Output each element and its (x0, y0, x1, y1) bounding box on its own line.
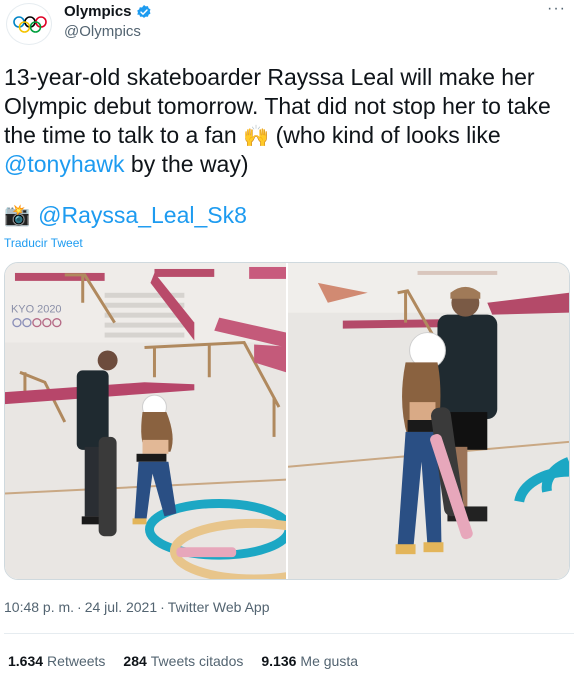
separator: · (77, 599, 82, 615)
quote-tweets-count: 284 (123, 653, 147, 669)
camera-flash-emoji: 📸 (4, 204, 31, 227)
name-row: Olympics (64, 3, 152, 20)
photo-1[interactable]: KYO 2020 (5, 263, 286, 579)
more-options-icon[interactable]: ··· (547, 1, 566, 17)
olympic-rings-icon (13, 16, 47, 33)
account-name[interactable]: Olympics (64, 3, 132, 20)
retweets-label: Retweets (47, 653, 106, 669)
retweets-stat[interactable]: 1.634 Retweets (8, 653, 105, 669)
translate-tweet-link[interactable]: Traducir Tweet (4, 236, 83, 250)
mention-link-tonyhawk[interactable]: @tonyhawk (4, 151, 125, 177)
engagement-stats: 1.634 Retweets 284 Tweets citados 9.136 Me … (8, 653, 358, 669)
divider (4, 633, 574, 634)
source-app-link[interactable]: Twitter Web App (168, 599, 270, 615)
tweet-header: Olympics @Olympics ··· (0, 0, 578, 48)
tweet-text-part: by the way) (124, 151, 249, 177)
likes-count: 9.136 (261, 653, 297, 669)
tweet-text: 13-year-old skateboarder Rayssa Leal wil… (4, 63, 564, 179)
likes-label: Me gusta (300, 653, 359, 669)
skatepark-photo-right (288, 263, 569, 579)
account-handle[interactable]: @Olympics (64, 23, 141, 40)
media-grid: KYO 2020 (4, 262, 570, 580)
tweet-timestamp: 10:48 p. m. · 24 jul. 2021 · Twitter Web App (4, 599, 269, 615)
avatar[interactable] (6, 3, 52, 45)
verified-badge-icon (136, 4, 150, 18)
quote-tweets-label: Tweets citados (150, 653, 244, 669)
tweet-date[interactable]: 24 jul. 2021 (85, 599, 157, 615)
tweet-time[interactable]: 10:48 p. m. (4, 599, 74, 615)
separator: · (160, 599, 165, 615)
retweets-count: 1.634 (8, 653, 44, 669)
signage-text: KYO 2020 (11, 304, 62, 316)
photo-2[interactable] (288, 263, 569, 579)
likes-stat[interactable]: 9.136 Me gusta (261, 653, 358, 669)
mention-link-rayssa[interactable]: @Rayssa_Leal_Sk8 (38, 201, 247, 230)
photo-credit-line: 📸 @Rayssa_Leal_Sk8 (4, 201, 247, 230)
raised-hands-emoji: 🙌 (243, 125, 270, 148)
skatepark-photo-left: KYO 2020 (5, 263, 286, 579)
tweet-text-part: (who kind of looks like (269, 122, 501, 148)
quote-tweets-stat[interactable]: 284 Tweets citados (123, 653, 243, 669)
